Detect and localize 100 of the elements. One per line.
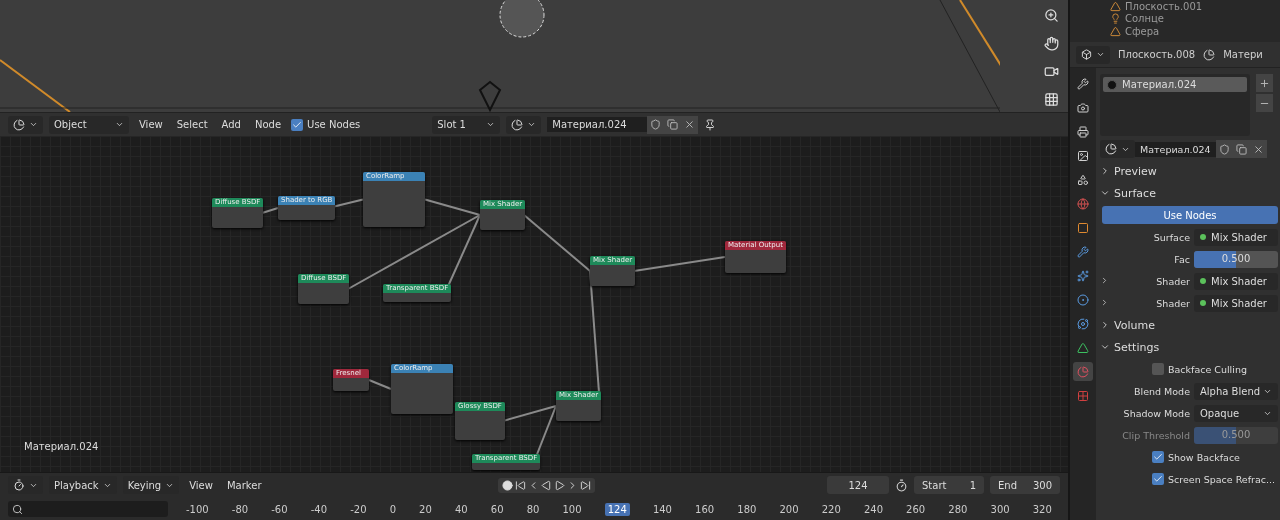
shader-link-field[interactable]: Mix Shader <box>1194 294 1278 312</box>
frame-tick: 80 <box>526 503 540 515</box>
dropdown[interactable]: Alpha Blend <box>1194 382 1278 400</box>
property-label: Shader <box>1155 297 1190 309</box>
menu-item[interactable]: View <box>135 119 167 130</box>
checkbox[interactable]: Screen Space Refrac... <box>1100 470 1278 488</box>
checkbox[interactable]: Backface Culling <box>1100 360 1278 378</box>
property-label: Shadow Mode <box>1122 407 1190 419</box>
menu-item[interactable]: Node <box>250 119 286 130</box>
shield-icon[interactable] <box>1215 140 1233 158</box>
material-browse-button[interactable] <box>506 115 542 134</box>
play-reverse-icon[interactable] <box>540 479 552 491</box>
frame-tick: 180 <box>737 503 757 515</box>
property-label: Clip Threshold <box>1121 429 1190 441</box>
light-icon <box>1110 13 1121 25</box>
caret-icon[interactable] <box>115 120 124 129</box>
material-icon <box>511 118 524 131</box>
clock-icon <box>13 479 25 491</box>
dropdown[interactable]: Opaque <box>1194 404 1278 422</box>
panel-header[interactable]: Settings <box>1100 338 1278 356</box>
close-icon[interactable] <box>681 115 699 134</box>
current-frame-field[interactable]: 124 <box>827 476 889 494</box>
panel-header[interactable]: Surface <box>1100 184 1278 202</box>
outliner-item[interactable]: Плоскость.001 <box>1110 0 1280 13</box>
use-nodes-checkbox[interactable]: Use Nodes <box>291 118 361 131</box>
jump-start-icon[interactable] <box>514 479 526 491</box>
shading-icon <box>13 118 25 131</box>
menu-item[interactable]: Select <box>172 119 212 130</box>
frame-tick: -40 <box>310 503 328 515</box>
material-name-field[interactable]: Материал.024 <box>1135 141 1216 157</box>
shader-link-field[interactable]: Mix Shader <box>1194 228 1278 246</box>
material-browse-button[interactable] <box>1100 140 1135 158</box>
jump-end-icon[interactable] <box>579 479 591 491</box>
remove-icon[interactable] <box>1256 94 1273 112</box>
shield-icon[interactable] <box>647 115 665 134</box>
material-icon <box>1105 143 1117 155</box>
frame-tick: 200 <box>779 503 799 515</box>
stopwatch-icon[interactable] <box>895 478 908 492</box>
search-field[interactable] <box>8 501 168 517</box>
check-icon <box>292 119 303 130</box>
mode-dropdown[interactable]: Object <box>49 115 129 134</box>
outliner-item[interactable]: Сфера <box>1110 25 1280 38</box>
frame-tick: 160 <box>695 503 715 515</box>
frame-tick: 20 <box>419 503 432 515</box>
editor-type-dropdown[interactable] <box>8 115 43 134</box>
frame-tick: -100 <box>186 503 209 515</box>
frame-tick: 220 <box>821 503 841 515</box>
slider[interactable]: 0.500 <box>1194 250 1278 268</box>
material-icon <box>1203 48 1216 61</box>
menu-item[interactable]: View <box>185 479 217 491</box>
menu-item[interactable]: Marker <box>222 479 266 491</box>
frame-tick: 260 <box>906 503 926 515</box>
frame-tick: -80 <box>231 503 249 515</box>
pin-icon[interactable] <box>704 118 717 131</box>
triangle-icon <box>1110 26 1121 38</box>
frame-tick: 320 <box>1032 503 1052 515</box>
panel-header[interactable]: Preview <box>1100 162 1278 180</box>
slot-dropdown[interactable]: Slot 1 <box>432 115 501 134</box>
frame-tick: -60 <box>271 503 288 515</box>
triangle-icon <box>1110 0 1121 12</box>
property-label: Blend Mode <box>1133 385 1190 397</box>
search-icon <box>12 503 23 515</box>
caret-icon[interactable] <box>527 120 537 129</box>
checkbox[interactable]: Show Backface <box>1100 448 1278 466</box>
property-label: Shader <box>1155 275 1190 287</box>
material-slot[interactable]: Материал.024 <box>1103 77 1247 92</box>
shader-link-field[interactable]: Mix Shader <box>1194 272 1278 290</box>
menu-dropdown[interactable]: Playback <box>49 476 117 494</box>
frame-tick: -20 <box>350 503 367 515</box>
menu-dropdown[interactable]: Keying <box>122 476 180 494</box>
record-icon[interactable] <box>501 479 513 491</box>
caret-icon[interactable] <box>1096 50 1105 59</box>
material-name-field[interactable]: Материал.024 <box>547 117 648 132</box>
current-frame-marker[interactable]: 124 <box>604 502 630 516</box>
material-tab-label: Матери <box>1223 49 1263 60</box>
caret-icon[interactable] <box>486 120 496 129</box>
panel-header[interactable]: Volume <box>1100 316 1278 334</box>
check-icon <box>1153 474 1163 484</box>
node-link <box>261 207 279 214</box>
add-icon[interactable] <box>1256 74 1273 92</box>
check-icon <box>1153 452 1163 462</box>
end-frame-field[interactable]: End 300 <box>990 476 1060 494</box>
frame-tick: 300 <box>990 503 1010 515</box>
use-nodes-button[interactable]: Use Nodes <box>1102 206 1278 224</box>
play-icon[interactable] <box>553 479 565 491</box>
frame-tick: 40 <box>454 503 468 515</box>
frame-tick: 240 <box>863 503 883 515</box>
outliner-item[interactable]: Солнце <box>1110 12 1280 26</box>
property-label: Fac <box>1173 253 1190 265</box>
frame-tick: 140 <box>652 503 672 515</box>
node-link <box>368 379 392 390</box>
caret-icon[interactable] <box>29 120 38 129</box>
frame-tick: 60 <box>490 503 504 515</box>
frame-tick: 0 <box>389 503 396 515</box>
material-label: Материал.024 <box>24 441 99 452</box>
object-name: Плоскость.008 <box>1118 49 1196 60</box>
menu-item[interactable]: Add <box>217 119 245 130</box>
cube-icon <box>1081 49 1092 60</box>
start-frame-field[interactable]: Start 1 <box>914 476 984 494</box>
editor-type-dropdown[interactable] <box>1076 45 1110 64</box>
